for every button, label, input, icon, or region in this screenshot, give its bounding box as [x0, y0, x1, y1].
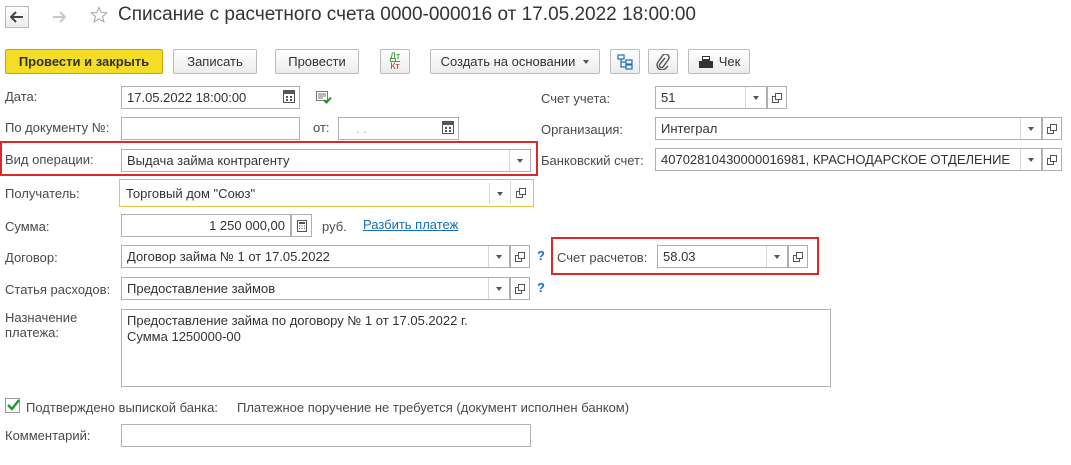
create-based-on-label: Создать на основании	[440, 54, 576, 69]
receipt-label: Чек	[718, 54, 741, 69]
bank-account-select[interactable]: 40702810430000016981, КРАСНОДАРСКОЕ ОТДЕ…	[655, 148, 1042, 171]
from-date-value: . .	[356, 121, 367, 136]
calculator-icon	[296, 219, 307, 232]
purpose-textarea[interactable]: Предоставление займа по договору № 1 от …	[121, 309, 831, 387]
date-field[interactable]: 17.05.2022 18:00:00	[121, 86, 300, 109]
open-window-icon	[1047, 154, 1057, 165]
favorite-star-icon[interactable]	[89, 6, 109, 27]
organization-open-button[interactable]	[1042, 117, 1062, 140]
expense-open-button[interactable]	[510, 277, 530, 300]
organization-select[interactable]: Интеграл	[655, 117, 1042, 140]
settlement-account-open-button[interactable]	[788, 245, 808, 268]
chevron-down-icon[interactable]	[509, 150, 530, 171]
confirmed-label: Подтверждено выпиской банка:	[26, 400, 218, 415]
payment-order-note: Платежное поручение не требуется (докуме…	[237, 400, 630, 415]
calendar-icon[interactable]	[283, 90, 295, 103]
chevron-down-icon	[583, 59, 590, 64]
date-label: Дата:	[5, 89, 38, 104]
chevron-down-icon[interactable]	[488, 278, 509, 299]
doc-number-input[interactable]	[121, 117, 300, 140]
cash-register-icon	[698, 55, 713, 68]
operation-label: Вид операции:	[5, 152, 94, 167]
amount-label: Сумма:	[5, 219, 50, 234]
recipient-open-button[interactable]	[510, 181, 530, 204]
expense-help-icon[interactable]: ?	[537, 280, 545, 295]
chevron-down-icon[interactable]	[1020, 149, 1041, 170]
amount-input[interactable]: 1 250 000,00	[121, 214, 291, 237]
chevron-down-icon[interactable]	[745, 87, 766, 108]
contract-select[interactable]: Договор займа № 1 от 17.05.2022	[121, 245, 510, 268]
attach-button[interactable]	[648, 49, 678, 74]
open-window-icon	[793, 251, 803, 262]
operation-select[interactable]: Выдача займа контрагенту	[121, 149, 531, 172]
chevron-down-icon[interactable]	[488, 246, 509, 267]
settlement-account-select[interactable]: 58.03	[657, 245, 788, 268]
expense-label: Статья расходов:	[5, 282, 111, 297]
settlement-account-label: Счет расчетов:	[557, 250, 648, 265]
structure-button[interactable]	[610, 49, 640, 74]
chevron-down-icon[interactable]	[1020, 118, 1041, 139]
expense-select[interactable]: Предоставление займов	[121, 277, 510, 300]
split-payment-link[interactable]: Разбить платеж	[363, 217, 458, 232]
chevron-down-icon[interactable]	[766, 246, 787, 267]
recipient-select[interactable]: Торговый дом "Союз"	[121, 181, 510, 204]
arrow-left-icon	[10, 11, 23, 23]
currency-label: руб.	[322, 219, 347, 234]
from-date-field[interactable]: . .	[338, 117, 459, 140]
open-window-icon	[1047, 123, 1057, 134]
chevron-down-icon[interactable]	[489, 183, 510, 204]
open-window-icon	[515, 187, 526, 198]
date-value: 17.05.2022 18:00:00	[127, 90, 247, 105]
open-window-icon	[515, 283, 525, 294]
kt-icon-text: Кт	[390, 61, 400, 71]
confirmed-checkbox[interactable]	[5, 398, 20, 413]
recipient-value: Торговый дом "Союз"	[126, 186, 256, 201]
organization-label: Организация:	[541, 122, 624, 137]
bank-account-open-button[interactable]	[1042, 148, 1062, 171]
post-button[interactable]: Провести	[275, 49, 359, 74]
comment-label: Комментарий:	[5, 428, 91, 443]
comment-input[interactable]	[121, 424, 531, 447]
account-label: Счет учета:	[541, 91, 611, 106]
document-check-icon[interactable]	[316, 91, 332, 107]
back-button[interactable]	[5, 6, 29, 28]
calendar-icon[interactable]	[442, 121, 454, 134]
dt-icon-text: Дт	[389, 51, 401, 61]
doc-number-label: По документу №:	[5, 120, 110, 135]
contract-open-button[interactable]	[510, 245, 530, 268]
account-select[interactable]: 51	[655, 86, 767, 109]
from-label: от:	[313, 120, 330, 135]
contract-help-icon[interactable]: ?	[537, 248, 545, 263]
settlement-account-value: 58.03	[663, 249, 696, 264]
account-value: 51	[661, 90, 676, 105]
operation-value: Выдача займа контрагенту	[127, 153, 290, 168]
checkmark-icon	[7, 399, 20, 411]
create-based-on-button[interactable]: Создать на основании	[430, 49, 600, 74]
recipient-label: Получатель:	[5, 186, 80, 201]
post-and-close-button[interactable]: Провести и закрыть	[5, 49, 163, 74]
open-window-icon	[515, 251, 525, 262]
bank-account-value: 40702810430000016981, КРАСНОДАРСКОЕ ОТДЕ…	[661, 152, 1011, 167]
bank-account-label: Банковский счет:	[541, 153, 644, 168]
receipt-button[interactable]: Чек	[688, 49, 750, 74]
account-open-button[interactable]	[767, 86, 787, 109]
structure-icon	[617, 53, 633, 70]
page-title: Списание с расчетного счета 0000-000016 …	[118, 4, 696, 25]
save-button[interactable]: Записать	[173, 49, 257, 74]
dt-kt-button[interactable]: Дт Кт	[380, 49, 410, 74]
purpose-label: Назначение платежа:	[5, 310, 78, 340]
organization-value: Интеграл	[661, 121, 718, 136]
arrow-right-icon	[53, 11, 66, 23]
open-window-icon	[772, 92, 782, 103]
calculator-button[interactable]	[291, 214, 312, 237]
paperclip-icon	[656, 53, 670, 70]
contract-value: Договор займа № 1 от 17.05.2022	[127, 249, 330, 264]
forward-button[interactable]	[47, 6, 71, 28]
expense-value: Предоставление займов	[127, 281, 276, 296]
contract-label: Договор:	[5, 250, 58, 265]
